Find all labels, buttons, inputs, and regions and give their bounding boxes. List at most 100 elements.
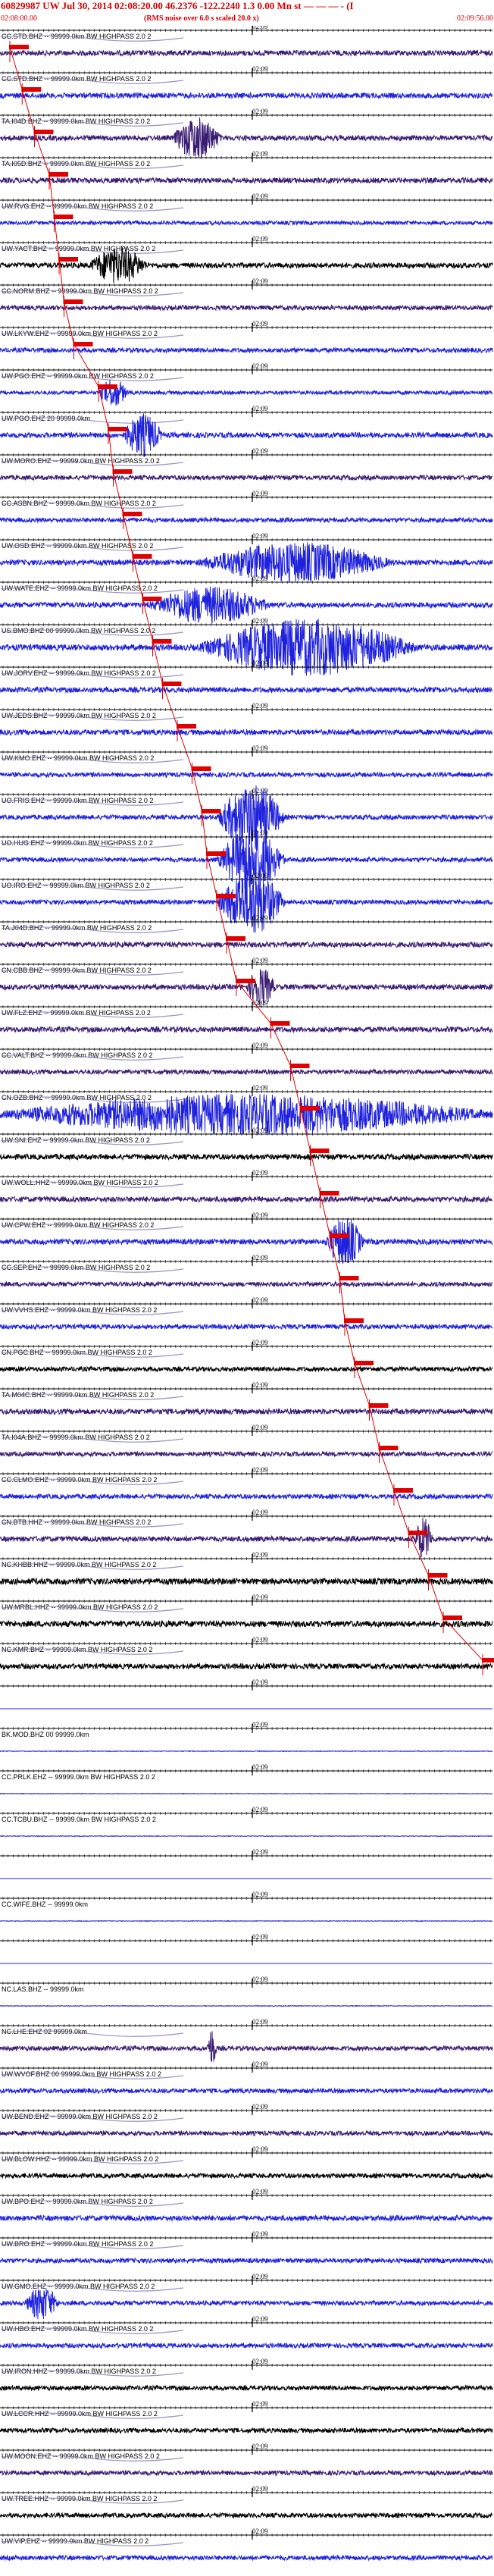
waveform (0, 1493, 493, 1500)
pick-marker (368, 1403, 389, 1408)
trace-17: 02:09 UW.KMO.EHZ -- 99999.0km BW HIGHPASS… (0, 744, 493, 784)
end-time: 02:09:56.00 (456, 14, 493, 23)
trace-54: 02:09 UW.HBO.EHZ -- 99999.0km BW HIGHPASS… (0, 2315, 493, 2349)
station-label: UW.GMO.EHZ -- 99999.0km BW HIGHPASS 2.0 … (2, 2283, 155, 2290)
station-label: UW.VVHS.EHZ -- 99999.0km BW HIGHPASS 2.0… (2, 1306, 157, 1314)
trace-45: 02:09 (0, 1933, 492, 1964)
minute-mark-label: 02:09 (252, 1721, 268, 1728)
waveform (0, 1662, 493, 1671)
waveform (0, 969, 493, 1007)
trace-32: 02:09 TA.M04C.BHZ -- 99999.0km BW HIGHPAS… (0, 1381, 493, 1421)
trace-51: 02:09 UW.BPO.EHZ -- 99999.0km BW HIGHPASS… (0, 2188, 493, 2223)
trace-31: 02:09 CN.PGC.BHZ -- 99999.0km BW HIGHPASS… (0, 1339, 493, 1378)
waveform (0, 219, 493, 227)
station-label: UW.BPO.EHZ -- 99999.0km BW HIGHPASS 2.0 … (2, 2198, 153, 2205)
minute-mark-label: 02:09 (252, 1339, 268, 1346)
pick-marker (48, 172, 68, 177)
waveform (0, 304, 493, 312)
waveform (0, 1068, 493, 1076)
pick-marker (339, 1276, 359, 1280)
minute-mark-label: 02:09 (252, 829, 268, 837)
trace-7: 02:09 UW.LKYW.EHZ -- 99999.0km BW HIGHPAS… (0, 320, 493, 359)
minute-mark-label: 02:09 (252, 1042, 268, 1049)
minute-mark-label: 02:09 (252, 2527, 268, 2535)
pick-marker (53, 215, 73, 219)
waveform (0, 1835, 492, 1838)
pick-marker (142, 597, 162, 601)
trace-23: 02:09UW.FLZ.EHZ -- 99999.0km BW HIGHPASS… (0, 999, 493, 1039)
pick-marker (9, 45, 29, 49)
station-label: CC.STD.BHZ -- 99999.0km BW HIGHPASS 2.0 … (2, 33, 151, 40)
minute-mark-label: 02:09 (252, 1296, 268, 1304)
trace-37: 02:09 UW.MRBL.HHZ -- 99999.0km BW HIGHPAS… (0, 1594, 493, 1633)
minute-mark-label: 02:09 (252, 1084, 268, 1092)
station-label: UW.VIP.EHZ -- 99999.0km BW HIGHPASS 2.0 … (2, 2537, 149, 2545)
station-label: NC.KMR.BHZ -- 99999.0km BW HIGHPASS 2.0 … (2, 1646, 152, 1653)
plot-header: 60829987 UW Jul 30, 2014 02:08:20.00 46.… (0, 0, 494, 26)
trace-33: 02:09 TA.I04A.BHZ -- 99999.0km BW HIGHPAS… (0, 1424, 493, 1463)
waveform (0, 2342, 493, 2349)
waveform (0, 1025, 493, 1034)
minute-mark-label: 02:09 (252, 2145, 268, 2153)
minute-mark-label: 02:09 (252, 405, 268, 412)
trace-39: 02:09 (0, 1678, 492, 1709)
minute-mark-label: 02:09 (252, 150, 268, 158)
waveform (0, 2554, 493, 2562)
station-label: CC.ASBN.BHZ -- 99999.0km BW HIGHPASS 2.0… (2, 500, 156, 507)
waveform (0, 2427, 493, 2434)
trace-48: 02:09 UW.WVOF.BHZ 00 99999.0km BW HIGHPAS… (0, 2060, 493, 2095)
waveform (0, 2214, 493, 2223)
station-label: CN.PGC.BHZ -- 99999.0km BW HIGHPASS 2.0 … (2, 1349, 152, 1356)
waveform (0, 1450, 493, 1458)
waveform (0, 940, 493, 949)
waveform (0, 1280, 493, 1288)
pick-marker (354, 1361, 374, 1365)
waveform (0, 1919, 493, 1923)
station-label: UW.MOON.EHZ -- 99999.0km BW HIGHPASS 2.0… (2, 2452, 160, 2460)
waveform (0, 2031, 493, 2063)
trace-5: 02:09 UW.YACT.BHZ -- 99999.0km BW HIGHPAS… (0, 235, 493, 284)
waveform (0, 379, 493, 406)
minute-mark-label: 02:09 (252, 235, 268, 243)
station-label: UW.SNI.EHZ -- 99999.0km BW HIGHPASS 2.0 … (2, 1136, 150, 1144)
start-time: 02:08:00.00 (1, 14, 38, 23)
pick-marker (98, 384, 117, 389)
trace-3: 02:09 TA.I05D.BHZ -- 99999.0km BW HIGHPAS… (0, 150, 493, 190)
minute-mark-label: 02:09 (252, 2060, 268, 2068)
trace-42: 02:09 CC.TCBU.BHZ -- 99999.0km BW HIGHPAS… (0, 1806, 492, 1838)
minute-mark-label: 02:09 (252, 65, 268, 73)
trace-8: 02:09 UW.PGO.EHZ -- 99999.0km BW HIGHPASS… (0, 362, 493, 406)
waveform (0, 2129, 493, 2137)
station-label: UW.WATE.EHZ -- 99999.0km BW HIGHPASS 2.0… (2, 584, 158, 592)
pick-marker (393, 1488, 413, 1493)
minute-mark-label: 02:09 (252, 193, 268, 200)
trace-58: 02:09 UW.TREE.HHZ -- 99999.0km BW HIGHPAS… (0, 2485, 493, 2519)
pick-marker (299, 1106, 320, 1111)
station-label: UW.WVOF.BHZ 00 99999.0km BW HIGHPASS 2.0… (2, 2070, 161, 2078)
minute-mark-label: 02:09 (252, 1763, 268, 1771)
pick-marker (319, 1191, 339, 1196)
minute-mark-label: 02:09 (252, 26, 268, 30)
station-label: UW.IRON.HHZ -- 99999.0km BW HIGHPASS 2.0… (2, 2368, 156, 2375)
station-label: UW.BRO.EHZ -- 99999.0km BW HIGHPASS 2.0 … (2, 2240, 153, 2248)
seismogram-plot: 02:09 CC.STD.BHZ -- 99999.0km BW HIGHPASS… (0, 26, 494, 2562)
waveform (0, 2469, 493, 2477)
trace-38: 02:09 NC.KMR.BHZ -- 99999.0km BW HIGHPASS… (0, 1636, 494, 1675)
trace-6: 02:09 CC.NORM.BHZ -- 99999.0km BW HIGHPAS… (0, 277, 493, 317)
minute-mark-label: 02:09 (252, 660, 268, 667)
station-label: UW.MORO.EHZ -- 99999.0km BW HIGHPASS 2.0… (2, 457, 160, 465)
station-label: UO.HUG.EHZ -- 99999.0km BW HIGHPASS 2.0 … (2, 839, 153, 847)
pick-marker (33, 130, 54, 134)
waveform (0, 49, 493, 58)
trace-9: 02:09UW.PGO.EHZ 20 99999.0km (0, 405, 493, 457)
minute-mark-label: 02:09 (252, 277, 268, 285)
minute-mark-label: 02:09 (252, 2230, 268, 2238)
pick-marker (482, 1658, 494, 1662)
station-label: UW.HBO.EHZ -- 99999.0km BW HIGHPASS 2.0 … (2, 2325, 153, 2333)
trace-43: 02:09 (0, 1848, 492, 1879)
minute-mark-label: 02:09 (252, 2315, 268, 2323)
station-label: TA.I05D.BHZ -- 99999.0km BW HIGHPASS 2.0… (2, 160, 150, 168)
waveform (0, 1407, 493, 1416)
pick-marker (108, 427, 127, 431)
trace-28: 02:09 UW.CPW.EHZ -- 99999.0km BW HIGHPASS… (0, 1211, 493, 1264)
